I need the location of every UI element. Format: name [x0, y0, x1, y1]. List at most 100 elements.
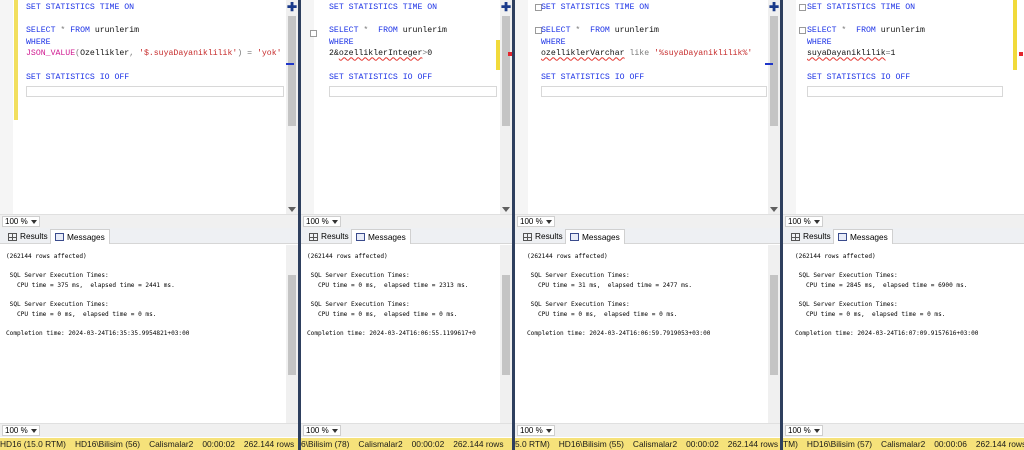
code-token: WHERE	[26, 37, 51, 47]
code-line[interactable]: JSON_VALUE(Ozellikler, '$.suyaDayaniklil…	[26, 48, 282, 60]
messages-pane[interactable]: (262144 rows affected) SQL Server Execut…	[301, 245, 512, 423]
code-line[interactable]: ozelliklerVarchar like '%suyaDayaniklili…	[541, 48, 752, 60]
editor-vertical-scrollbar[interactable]	[286, 0, 298, 214]
messages-zoom-dropdown[interactable]: 100 %	[517, 425, 555, 436]
fold-toggle-icon[interactable]	[799, 4, 806, 11]
tab-messages[interactable]: Messages	[351, 229, 411, 244]
query-window-2: SET STATISTICS TIME ON SELECT * FROM uru…	[301, 0, 512, 450]
code-token: WHERE	[807, 37, 832, 47]
code-token: '%suyaDayaniklilik%'	[654, 49, 753, 59]
code-line[interactable]: SELECT * FROM urunlerim	[26, 25, 282, 37]
code-line[interactable]: SET STATISTICS TIME ON	[26, 2, 282, 14]
messages-pane[interactable]: (262144 rows affected) SQL Server Execut…	[783, 245, 1024, 423]
sql-code[interactable]: SET STATISTICS TIME ON SELECT * FROM uru…	[541, 2, 752, 83]
tab-results[interactable]: Results	[519, 229, 567, 244]
code-token: SET STATISTICS TIME ON	[541, 3, 650, 12]
messages-text: (262144 rows affected) SQL Server Execut…	[795, 253, 979, 337]
sql-code[interactable]: SET STATISTICS TIME ON SELECT * FROM uru…	[807, 2, 925, 83]
messages-text: (262144 rows affected) SQL Server Execut…	[527, 253, 711, 337]
messages-zoom-bar: 100 %	[783, 423, 1024, 437]
code-line[interactable]: SET STATISTICS TIME ON	[541, 2, 752, 14]
scrollbar-thumb[interactable]	[502, 275, 510, 375]
scrollbar-thumb[interactable]	[288, 275, 296, 375]
code-line[interactable]	[541, 14, 752, 26]
code-line[interactable]	[541, 60, 752, 72]
query-editor[interactable]: SET STATISTICS TIME ON SELECT * FROM uru…	[783, 0, 1024, 214]
messages-pane[interactable]: (262144 rows affected) SQL Server Execut…	[0, 245, 298, 423]
code-token: FROM	[70, 26, 90, 36]
status-item: Calismalar2	[881, 439, 926, 449]
code-line[interactable]: SELECT * FROM urunlerim	[541, 25, 752, 37]
code-line[interactable]: SELECT * FROM urunlerim	[807, 25, 925, 37]
scroll-down-arrow-icon[interactable]	[502, 207, 510, 212]
sql-code[interactable]: SET STATISTICS TIME ON SELECT * FROM uru…	[26, 2, 282, 83]
code-line[interactable]: WHERE	[807, 37, 925, 49]
grid-icon	[523, 232, 532, 241]
tab-results[interactable]: Results	[4, 229, 52, 244]
code-line[interactable]: WHERE	[26, 37, 282, 49]
code-line[interactable]: SET STATISTICS TIME ON	[329, 2, 447, 14]
status-item: TM)	[783, 439, 798, 449]
editor-zoom-dropdown[interactable]: 100 %	[2, 216, 40, 227]
status-bar: HD16 (15.0 RTM) HD16\Bilisim (56) Calismal…	[0, 438, 298, 450]
chevron-down-icon	[545, 219, 552, 224]
code-line[interactable]: 2&ozelliklerInteger>0	[329, 48, 447, 60]
code-line[interactable]: SET STATISTICS IO OFF	[541, 72, 752, 84]
split-plus-icon[interactable]: ✚	[286, 1, 298, 13]
code-line[interactable]	[329, 14, 447, 26]
current-line-highlight	[807, 86, 1003, 97]
fold-toggle-icon[interactable]	[310, 30, 317, 37]
fold-toggle-icon[interactable]	[799, 27, 806, 34]
code-token: WHERE	[541, 37, 566, 47]
tab-messages[interactable]: Messages	[565, 229, 625, 244]
scroll-down-arrow-icon[interactable]	[770, 207, 778, 212]
code-line[interactable]: suyaDayaniklilik=1	[807, 48, 925, 60]
editor-zoom-dropdown[interactable]: 100 %	[785, 216, 823, 227]
code-token: SET STATISTICS IO OFF	[329, 72, 433, 82]
editor-gutter	[0, 0, 13, 214]
scroll-down-arrow-icon[interactable]	[288, 207, 296, 212]
code-line[interactable]	[807, 60, 925, 72]
editor-vertical-scrollbar[interactable]	[768, 0, 780, 214]
code-line[interactable]	[807, 14, 925, 26]
split-plus-icon[interactable]: ✚	[500, 1, 512, 13]
messages-pane[interactable]: (262144 rows affected) SQL Server Execut…	[515, 245, 780, 423]
code-line[interactable]: SET STATISTICS IO OFF	[26, 72, 282, 84]
code-line[interactable]: WHERE	[541, 37, 752, 49]
sql-code[interactable]: SET STATISTICS TIME ON SELECT * FROM uru…	[329, 2, 447, 83]
code-line[interactable]: SET STATISTICS TIME ON	[807, 2, 925, 14]
code-line[interactable]	[329, 60, 447, 72]
scrollbar-thumb[interactable]	[770, 275, 778, 375]
zoom-value: 100 %	[5, 217, 28, 226]
code-line[interactable]: WHERE	[329, 37, 447, 49]
query-editor[interactable]: SET STATISTICS TIME ON SELECT * FROM uru…	[301, 0, 512, 214]
messages-zoom-dropdown[interactable]: 100 %	[2, 425, 40, 436]
messages-vertical-scrollbar[interactable]	[768, 245, 780, 423]
tab-messages[interactable]: Messages	[50, 229, 110, 244]
messages-vertical-scrollbar[interactable]	[500, 245, 512, 423]
messages-zoom-dropdown[interactable]: 100 %	[785, 425, 823, 436]
code-line[interactable]: SET STATISTICS IO OFF	[329, 72, 447, 84]
query-editor[interactable]: SET STATISTICS TIME ON SELECT * FROM uru…	[0, 0, 298, 214]
scrollbar-thumb[interactable]	[502, 16, 510, 126]
code-line[interactable]	[26, 60, 282, 72]
split-plus-icon[interactable]: ✚	[768, 1, 780, 13]
code-line[interactable]: SET STATISTICS IO OFF	[807, 72, 925, 84]
tab-results[interactable]: Results	[787, 229, 835, 244]
scrollbar-thumb[interactable]	[770, 16, 778, 126]
editor-zoom-dropdown[interactable]: 100 %	[517, 216, 555, 227]
tab-messages[interactable]: Messages	[833, 229, 893, 244]
code-line[interactable]: SELECT * FROM urunlerim	[329, 25, 447, 37]
editor-zoom-bar: 100 %	[301, 214, 512, 228]
code-line[interactable]	[26, 14, 282, 26]
messages-zoom-dropdown[interactable]: 100 %	[303, 425, 341, 436]
tab-results[interactable]: Results	[305, 229, 353, 244]
editor-zoom-dropdown[interactable]: 100 %	[303, 216, 341, 227]
code-token: SET STATISTICS IO OFF	[541, 72, 645, 82]
editor-vertical-scrollbar[interactable]	[500, 0, 512, 214]
code-token: FROM	[378, 26, 398, 36]
messages-vertical-scrollbar[interactable]	[286, 245, 298, 423]
query-editor[interactable]: SET STATISTICS TIME ON SELECT * FROM uru…	[515, 0, 780, 214]
scrollbar-thumb[interactable]	[288, 16, 296, 126]
code-token: suyaDayaniklilik	[807, 49, 886, 59]
